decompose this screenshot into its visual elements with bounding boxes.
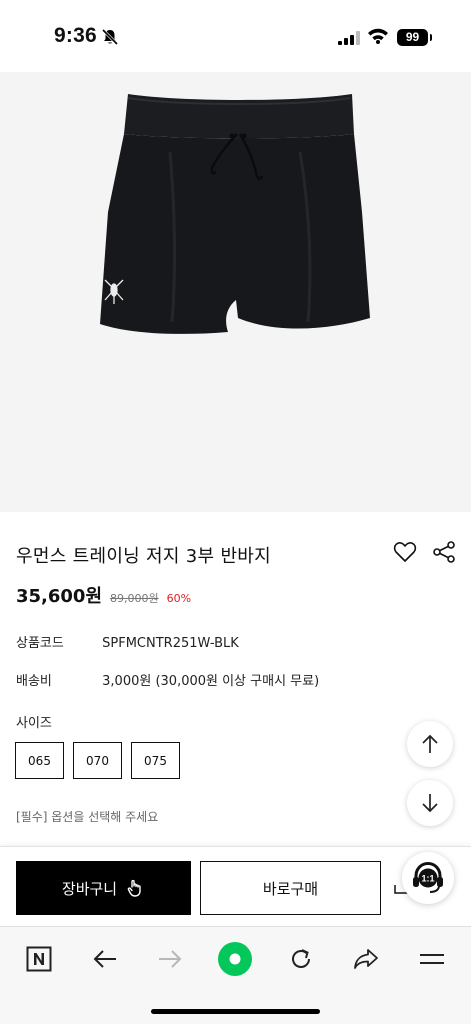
scroll-top-button[interactable]: [407, 721, 453, 767]
size-label: 사이즈: [16, 716, 52, 731]
chat-label: 1:1: [421, 874, 434, 884]
discount-rate: 60%: [166, 592, 192, 605]
product-image[interactable]: [0, 72, 471, 512]
hamburger-menu-icon: [420, 954, 444, 964]
arrow-right-icon: [159, 950, 182, 968]
price-row: 35,600원 89,000원 60%: [16, 582, 191, 608]
green-dot-icon: [218, 942, 252, 976]
battery-icon: 99: [397, 29, 432, 46]
size-option-070[interactable]: 070: [73, 742, 122, 779]
size-options: 065 070 075: [15, 742, 180, 779]
size-option-075[interactable]: 075: [131, 742, 180, 779]
original-price: 89,000원: [110, 592, 159, 605]
status-time: 9:36: [54, 24, 97, 47]
size-option-065[interactable]: 065: [15, 742, 64, 779]
shipping-value: 3,000원 (30,000원 이상 구매시 무료): [102, 674, 320, 689]
shipping-row: 배송비 3,000원 (30,000원 이상 구매시 무료): [16, 670, 319, 689]
heart-icon[interactable]: [393, 541, 417, 563]
share-icon[interactable]: [432, 540, 456, 564]
size-required-note: [필수] 옵션을 선택해 주세요: [16, 810, 159, 824]
menu-button[interactable]: [414, 941, 450, 977]
share-arrow-icon: [354, 949, 378, 969]
wifi-icon: [367, 27, 389, 48]
purchase-action-bar: 장바구니 바로구매: [0, 846, 471, 926]
product-code-row: 상품코드 SPFMCNTR251W-BLK: [16, 632, 239, 651]
add-to-cart-button[interactable]: 장바구니: [16, 861, 191, 915]
sale-price: 35,600원: [16, 586, 103, 607]
back-button[interactable]: [87, 941, 123, 977]
home-indicator: [151, 1009, 320, 1014]
bell-off-icon: [101, 28, 119, 50]
status-bar: 9:36 99: [0, 0, 471, 72]
product-title: 우먼스 트레이닝 저지 3부 반바지: [16, 546, 272, 567]
shipping-label: 배송비: [16, 674, 52, 689]
signal-icon: [338, 30, 360, 49]
buy-now-button[interactable]: 바로구매: [200, 861, 381, 915]
chat-support-button[interactable]: 1:1: [402, 852, 454, 904]
arrow-up-icon: [422, 734, 438, 753]
forward-button[interactable]: [152, 941, 188, 977]
refresh-icon: [292, 949, 310, 968]
shorts-illustration: [100, 94, 370, 334]
share-page-button[interactable]: [348, 941, 384, 977]
product-code-label: 상품코드: [16, 636, 64, 651]
product-code-value: SPFMCNTR251W-BLK: [102, 636, 239, 651]
naver-n-icon: [26, 946, 52, 972]
hand-click-icon: [127, 879, 141, 897]
headset-icon: 1:1: [413, 861, 443, 893]
arrow-left-icon: [93, 950, 116, 968]
scroll-bottom-button[interactable]: [407, 780, 453, 826]
cart-button-label: 장바구니: [61, 879, 118, 898]
arrow-down-icon: [422, 794, 438, 813]
refresh-button[interactable]: [283, 941, 319, 977]
green-dot-button[interactable]: [217, 941, 253, 977]
naver-home-button[interactable]: [21, 941, 57, 977]
